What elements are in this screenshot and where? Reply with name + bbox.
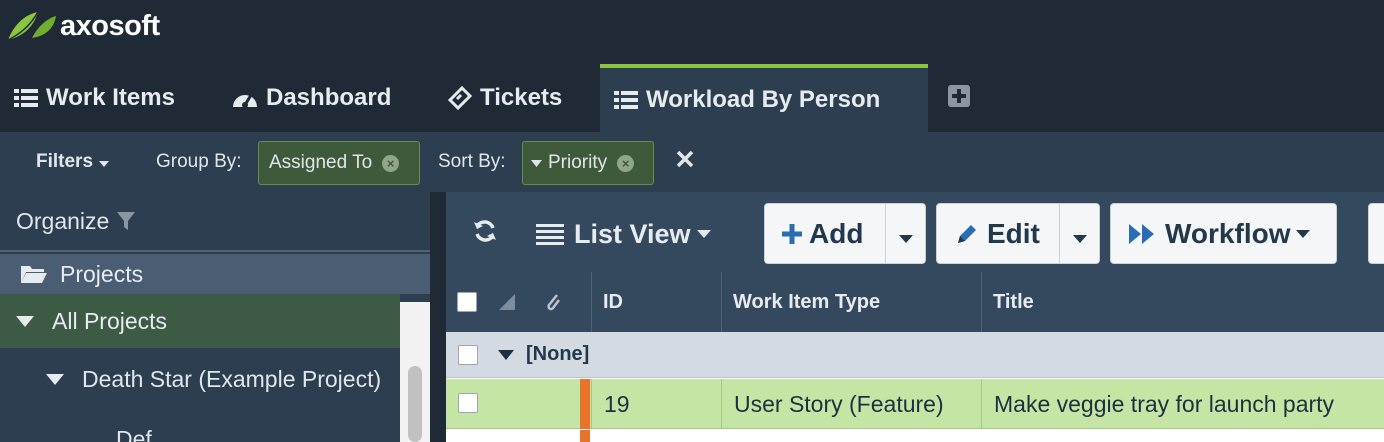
cell-title: Make veggie tray for launch party xyxy=(981,379,1384,429)
tab-label: Dashboard xyxy=(266,84,392,111)
ticket-icon xyxy=(448,86,472,110)
caret-down-icon xyxy=(99,151,110,173)
caret-down-icon xyxy=(696,230,711,238)
caret-down-icon[interactable] xyxy=(498,349,514,360)
add-dropdown-toggle[interactable] xyxy=(885,204,925,263)
remove-circle-icon[interactable]: × xyxy=(617,154,635,172)
tab-work-items[interactable]: Work Items xyxy=(0,64,189,132)
group-label: [None] xyxy=(526,343,590,365)
sort-by-chip[interactable]: Priority × xyxy=(522,141,654,185)
dashboard-icon xyxy=(232,87,258,109)
row-checkbox-wrap xyxy=(458,393,478,413)
add-button[interactable]: Add xyxy=(764,203,926,264)
refresh-icon xyxy=(472,218,498,249)
group-row[interactable]: [None] xyxy=(446,332,1384,378)
tab-bar: Work Items Dashboard Tickets Workload By… xyxy=(0,64,1384,132)
sidebar: Organize Projects All Projects Death Sta… xyxy=(0,192,430,442)
list-lines-icon xyxy=(536,223,564,245)
column-header-work-item-type[interactable]: Work Item Type xyxy=(721,272,981,332)
tab-workload-by-person[interactable]: Workload By Person xyxy=(600,64,928,132)
all-projects-label: All Projects xyxy=(52,307,168,334)
tab-label: Workload By Person xyxy=(646,86,881,113)
header-select-cell xyxy=(446,272,591,332)
organize-header[interactable]: Organize xyxy=(0,192,430,252)
edit-label: Edit xyxy=(987,217,1040,249)
workflow-button[interactable]: Workflow xyxy=(1110,203,1337,264)
caret-down-icon xyxy=(46,373,64,385)
row-checkbox[interactable] xyxy=(458,393,478,413)
grid-header: ID Work Item Type Title xyxy=(446,272,1384,332)
filters-label: Filters xyxy=(36,151,94,172)
toolbar: List View Add Edit Workflow xyxy=(446,192,1384,272)
sidebar-item-child[interactable]: Def xyxy=(116,426,152,442)
cell-work-item-type: User Story (Feature) xyxy=(721,379,981,429)
tab-dashboard[interactable]: Dashboard xyxy=(218,64,405,132)
fast-forward-icon xyxy=(1129,223,1155,244)
cell-id: 19 xyxy=(591,379,721,429)
view-label: List View xyxy=(574,218,691,249)
table-row[interactable]: 19 User Story (Feature) Make veggie tray… xyxy=(446,379,1384,429)
refresh-button[interactable] xyxy=(472,218,498,249)
add-label: Add xyxy=(809,217,864,249)
group-by-value: Assigned To xyxy=(269,152,373,173)
table-row-partial[interactable] xyxy=(446,430,1384,442)
close-icon xyxy=(675,149,695,174)
edit-button[interactable]: Edit xyxy=(936,203,1100,264)
folder-open-icon xyxy=(20,264,48,284)
group-by-chip[interactable]: Assigned To × xyxy=(258,141,420,185)
caret-down-icon xyxy=(1072,218,1087,250)
pencil-icon xyxy=(955,222,979,246)
panel-divider[interactable] xyxy=(430,192,446,442)
sidebar-item-all-projects[interactable]: All Projects xyxy=(0,294,400,348)
workflow-label: Workflow xyxy=(1165,217,1291,249)
paperclip-icon[interactable] xyxy=(545,292,561,312)
group-checkbox[interactable] xyxy=(458,344,478,365)
leaf-icon xyxy=(4,4,58,49)
view-selector[interactable]: List View xyxy=(536,214,711,254)
clear-filters-button[interactable] xyxy=(672,148,698,174)
list-icon xyxy=(14,88,38,108)
edit-dropdown-toggle[interactable] xyxy=(1059,204,1099,263)
sort-by-value: Priority xyxy=(548,152,608,173)
priority-indicator xyxy=(580,379,590,429)
projects-label: Projects xyxy=(60,260,144,287)
top-bar: axosoft xyxy=(0,0,1384,64)
priority-indicator xyxy=(580,430,590,442)
filters-dropdown[interactable]: Filters xyxy=(36,132,110,192)
group-by-label: Group By: xyxy=(156,151,242,172)
column-header-id[interactable]: ID xyxy=(591,272,721,332)
sidebar-item-projects[interactable]: Projects xyxy=(0,254,430,294)
tab-label: Tickets xyxy=(480,84,563,111)
caret-down-icon xyxy=(16,315,34,327)
main-panel: List View Add Edit Workflow ID Work Item… xyxy=(446,192,1384,442)
column-header-title[interactable]: Title xyxy=(981,272,1384,332)
death-star-label: Death Star (Example Project) xyxy=(82,365,382,392)
organize-label: Organize xyxy=(16,207,110,234)
logo-text: axosoft xyxy=(60,9,160,42)
priority-column-icon[interactable] xyxy=(499,294,515,310)
select-all-checkbox[interactable] xyxy=(457,292,477,312)
sidebar-item-death-star[interactable]: Death Star (Example Project) xyxy=(0,348,400,410)
list-icon xyxy=(614,90,638,110)
sidebar-scroll-thumb[interactable] xyxy=(408,366,422,442)
caret-down-icon xyxy=(531,159,542,167)
plus-square-icon xyxy=(948,84,970,112)
more-toolbar-button[interactable] xyxy=(1368,203,1384,264)
sort-by-label: Sort By: xyxy=(438,151,506,172)
logo[interactable]: axosoft xyxy=(4,6,160,46)
tab-tickets[interactable]: Tickets xyxy=(434,64,576,132)
caret-down-icon xyxy=(1296,229,1311,238)
add-tab-button[interactable] xyxy=(944,64,974,132)
tab-label: Work Items xyxy=(46,84,175,111)
caret-down-icon xyxy=(898,218,913,250)
filter-funnel-icon xyxy=(117,211,136,231)
plus-icon xyxy=(781,223,803,245)
remove-circle-icon[interactable]: × xyxy=(382,154,400,172)
